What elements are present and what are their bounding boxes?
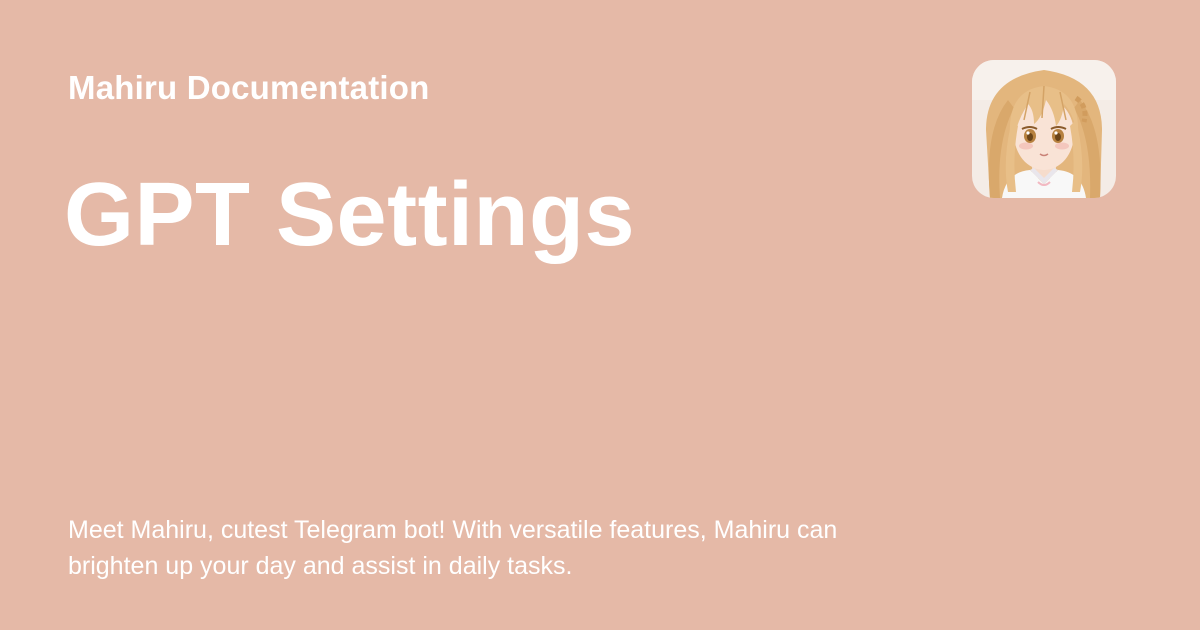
social-card: Mahiru Documentation GPT Settings Meet M… (0, 0, 1200, 630)
page-title: GPT Settings (64, 165, 636, 265)
mahiru-avatar-icon (972, 60, 1116, 198)
site-name: Mahiru Documentation (68, 69, 430, 106)
page-description: Meet Mahiru, cutest Telegram bot! With v… (68, 516, 838, 580)
